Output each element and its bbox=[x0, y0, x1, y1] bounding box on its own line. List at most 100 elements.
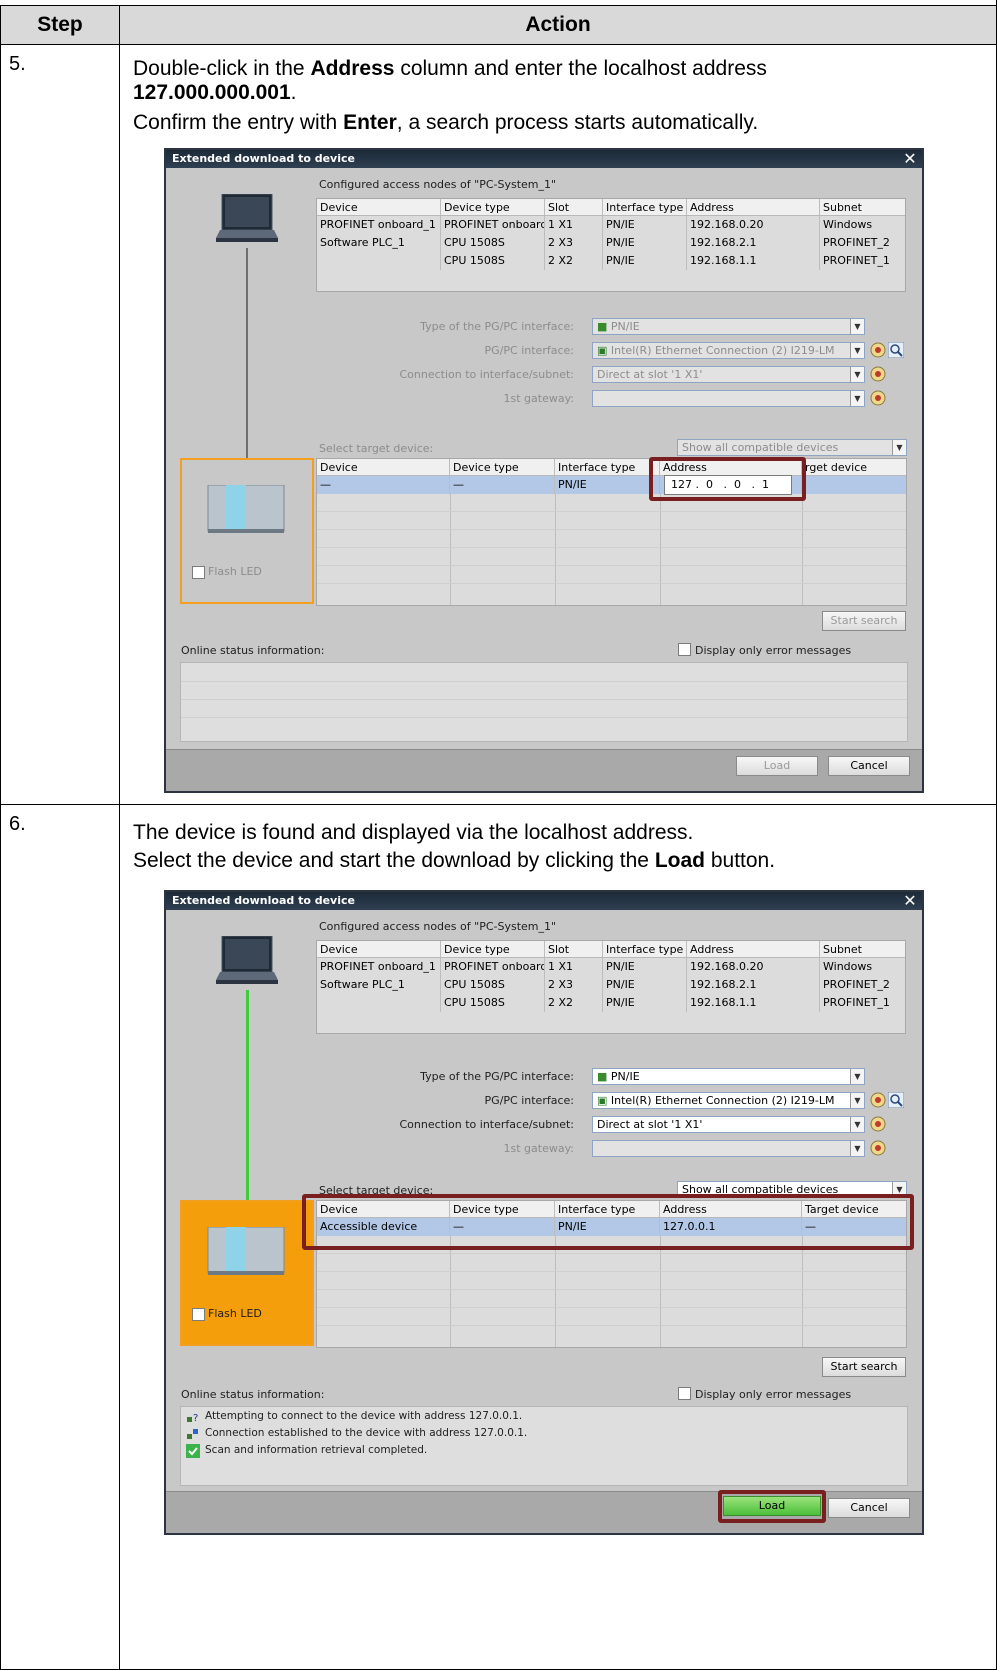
gateway-label: 1st gateway: bbox=[503, 1142, 575, 1155]
step-text: Double-click in the Address column and e… bbox=[133, 57, 767, 80]
close-icon[interactable]: ✕ bbox=[901, 892, 919, 910]
column-header: Device bbox=[317, 459, 450, 475]
access-nodes-table: Device Device type Slot Interface type A… bbox=[316, 940, 906, 1034]
chevron-down-icon[interactable]: ▼ bbox=[850, 343, 864, 358]
pgpc-type-select[interactable]: ■ PN/IE ▼ bbox=[592, 318, 865, 335]
table-row[interactable]: Software PLC_1 CPU 1508S 2 X3 PN/IE 192.… bbox=[317, 234, 905, 252]
table-cell: PN/IE bbox=[603, 216, 687, 234]
table-cell: 2 X2 bbox=[545, 252, 603, 270]
table-header: Device Device type Slot Interface type A… bbox=[317, 199, 905, 216]
properties-icon[interactable] bbox=[870, 342, 886, 358]
gateway-select[interactable]: ▼ bbox=[592, 390, 865, 407]
properties-icon[interactable] bbox=[870, 366, 886, 382]
search-icon[interactable] bbox=[888, 1092, 904, 1108]
table-cell: 2 X3 bbox=[545, 234, 603, 252]
chevron-down-icon[interactable]: ▼ bbox=[850, 1093, 864, 1108]
column-header: Device type bbox=[450, 459, 555, 475]
table-cell: 1 X1 bbox=[545, 216, 603, 234]
header-step: Step bbox=[0, 5, 119, 44]
pgpc-interface-select[interactable]: ▣ Intel(R) Ethernet Connection (2) I219-… bbox=[592, 1092, 865, 1109]
pc-icon bbox=[216, 936, 278, 984]
table-cell: Windows bbox=[823, 960, 873, 973]
table-cell: Software PLC_1 bbox=[317, 976, 441, 994]
search-icon[interactable] bbox=[888, 342, 904, 358]
table-cell: PN/IE bbox=[603, 976, 687, 994]
start-search-button[interactable]: Start search bbox=[822, 611, 906, 631]
connected-icon bbox=[187, 1429, 198, 1439]
chevron-down-icon[interactable]: ▼ bbox=[850, 1069, 864, 1084]
pgpc-type-select[interactable]: ■ PN/IE ▼ bbox=[592, 1068, 865, 1085]
table-cell: Software PLC_1 bbox=[317, 234, 441, 252]
highlight-frame bbox=[718, 1490, 826, 1523]
pc-icon bbox=[216, 194, 278, 242]
target-devices-table: Device Device type Interface type Addres… bbox=[316, 458, 907, 606]
pgpc-interface-label: PG/PC interface: bbox=[484, 1094, 574, 1107]
flash-led-label: Flash LED bbox=[208, 1307, 262, 1320]
display-errors-checkbox[interactable] bbox=[678, 643, 691, 656]
flash-led-checkbox[interactable] bbox=[192, 566, 205, 579]
pgpc-interface-select[interactable]: ▣ Intel(R) Ethernet Connection (2) I219-… bbox=[592, 342, 865, 359]
configured-label: Configured access nodes of "PC-System_1" bbox=[319, 178, 557, 191]
table-cell: 1 X1 bbox=[545, 958, 603, 976]
step-text: 127.000.000.001. bbox=[133, 81, 297, 104]
chevron-down-icon[interactable]: ▼ bbox=[850, 319, 864, 334]
load-button[interactable]: Load bbox=[736, 756, 818, 776]
table-cell bbox=[317, 252, 441, 270]
properties-icon[interactable] bbox=[870, 390, 886, 406]
table-row[interactable]: — — PN/IE bbox=[317, 476, 906, 494]
table-row[interactable]: CPU 1508S 2 X2 PN/IE 192.168.1.1 PROFINE… bbox=[317, 252, 905, 270]
select-target-label: Select target device: bbox=[319, 442, 434, 455]
chevron-down-icon[interactable]: ▼ bbox=[850, 1117, 864, 1132]
table-cell: PN/IE bbox=[603, 234, 687, 252]
close-icon[interactable]: ✕ bbox=[901, 150, 919, 168]
column-header: Subnet bbox=[823, 201, 862, 214]
table-cell: — bbox=[317, 476, 450, 494]
column-header: Address bbox=[687, 199, 820, 215]
column-header: Slot bbox=[545, 199, 603, 215]
chevron-down-icon[interactable]: ▼ bbox=[850, 391, 864, 406]
gateway-select[interactable]: ▼ bbox=[592, 1140, 865, 1157]
step-text: The device is found and displayed via th… bbox=[133, 821, 694, 844]
table-header: Device Device type Interface type Addres… bbox=[317, 459, 906, 476]
online-status-area: ? Attempting to connect to the device wi… bbox=[180, 1406, 908, 1486]
connection-select[interactable]: Direct at slot '1 X1' ▼ bbox=[592, 366, 865, 383]
properties-icon[interactable] bbox=[870, 1116, 886, 1132]
display-errors-label: Display only error messages bbox=[695, 644, 852, 657]
header-action: Action bbox=[119, 5, 997, 44]
table-row[interactable]: Software PLC_1 CPU 1508S 2 X3 PN/IE 192.… bbox=[317, 976, 905, 994]
table-row[interactable]: CPU 1508S 2 X2 PN/IE 192.168.1.1 PROFINE… bbox=[317, 994, 905, 1012]
connection-line bbox=[246, 248, 248, 458]
online-status-label: Online status information: bbox=[181, 644, 325, 657]
chevron-down-icon[interactable]: ▼ bbox=[850, 1141, 864, 1156]
cancel-button[interactable]: Cancel bbox=[828, 756, 910, 776]
column-header: Address bbox=[687, 941, 820, 957]
table-header: Device Device type Slot Interface type A… bbox=[317, 941, 905, 958]
chevron-down-icon[interactable]: ▼ bbox=[892, 440, 906, 455]
table-cell: 192.168.2.1 bbox=[687, 234, 820, 252]
table-row[interactable]: PROFINET onboard_1 PROFINET onboard 1 X1… bbox=[317, 216, 905, 234]
column-header: Subnet bbox=[823, 943, 862, 956]
table-cell: 192.168.0.20 bbox=[687, 216, 820, 234]
table-cell: PROFINET onboard bbox=[441, 958, 545, 976]
flash-led-checkbox[interactable] bbox=[192, 1308, 205, 1321]
table-row[interactable]: PROFINET onboard_1 PROFINET onboard 1 X1… bbox=[317, 958, 905, 976]
table-cell: Windows bbox=[823, 218, 873, 231]
properties-icon[interactable] bbox=[870, 1092, 886, 1108]
show-devices-select[interactable]: Show all compatible devices ▼ bbox=[677, 439, 907, 456]
column-header: rget device bbox=[805, 461, 868, 474]
connection-select[interactable]: Direct at slot '1 X1' ▼ bbox=[592, 1116, 865, 1133]
start-search-button[interactable]: Start search bbox=[822, 1357, 906, 1377]
table-cell bbox=[802, 476, 906, 494]
dialog-title: Extended download to device bbox=[166, 150, 922, 168]
table-cell: PROFINET_1 bbox=[823, 996, 890, 1009]
properties-icon[interactable] bbox=[870, 1140, 886, 1156]
online-status-label: Online status information: bbox=[181, 1388, 325, 1401]
column-header: Interface type bbox=[603, 941, 687, 957]
connection-line bbox=[246, 990, 249, 1200]
table-cell: CPU 1508S bbox=[441, 994, 545, 1012]
chevron-down-icon[interactable]: ▼ bbox=[850, 367, 864, 382]
cancel-button[interactable]: Cancel bbox=[828, 1498, 910, 1518]
table-cell: 192.168.1.1 bbox=[687, 252, 820, 270]
column-header: Device bbox=[317, 941, 441, 957]
display-errors-checkbox[interactable] bbox=[678, 1387, 691, 1400]
